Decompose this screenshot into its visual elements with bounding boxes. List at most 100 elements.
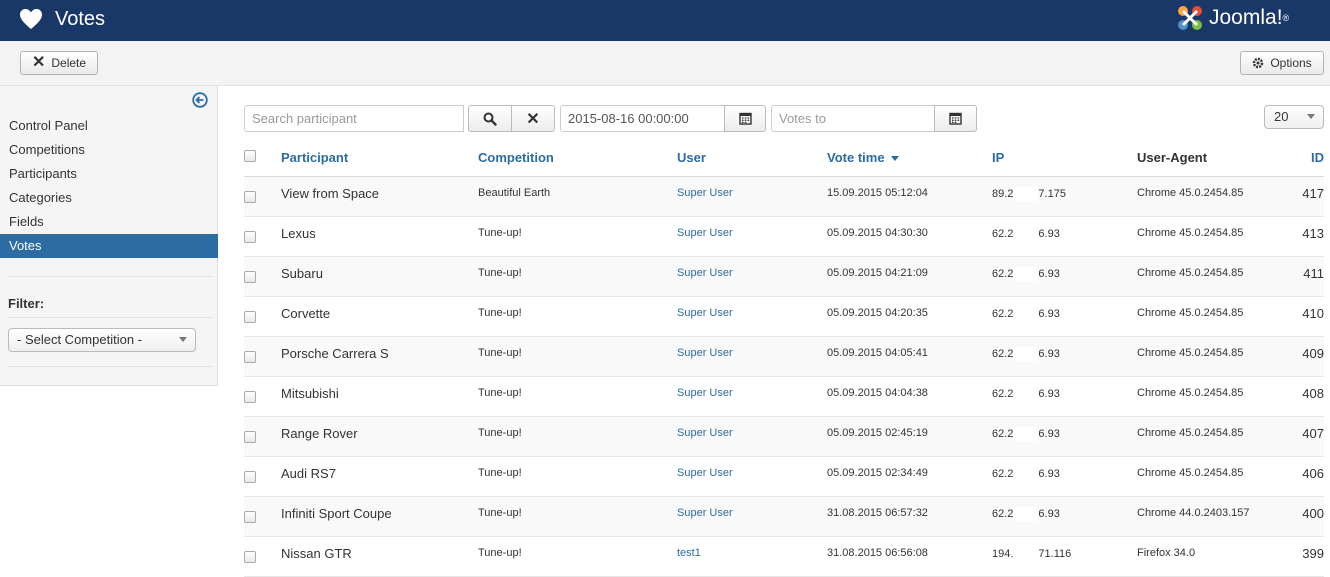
- participant-cell[interactable]: Range Rover: [281, 416, 478, 457]
- options-label: Options: [1270, 56, 1312, 70]
- sidebar-item-participants[interactable]: Participants: [0, 162, 218, 186]
- ip-redaction: [1013, 186, 1039, 201]
- ip-cell: 62.2 6.93: [992, 296, 1137, 337]
- user-link[interactable]: test1: [677, 536, 827, 577]
- options-button[interactable]: Options: [1240, 51, 1324, 75]
- competition-cell: Tune-up!: [478, 536, 677, 577]
- row-checkbox[interactable]: [244, 390, 256, 403]
- ip-suffix: 6.93: [1038, 307, 1060, 320]
- heart-icon: [20, 9, 42, 29]
- vote-time-cell: 05.09.2015 04:04:38: [827, 376, 992, 417]
- competition-cell: Tune-up!: [478, 376, 677, 417]
- user-agent-cell: Firefox 34.0: [1137, 536, 1290, 577]
- competition-select[interactable]: - Select Competition -: [8, 328, 196, 352]
- participant-cell[interactable]: Corvette: [281, 296, 478, 337]
- id-cell: 409: [1290, 336, 1324, 377]
- participant-cell[interactable]: Porsche Carrera S: [281, 336, 478, 377]
- ip-prefix: 89.2: [992, 187, 1014, 200]
- user-link[interactable]: Super User: [677, 456, 827, 497]
- ip-suffix: 6.93: [1038, 507, 1060, 520]
- column-user[interactable]: User: [677, 140, 827, 177]
- ip-prefix: 62.2: [992, 307, 1014, 320]
- joomla-logo[interactable]: Joomla! ®: [1175, 2, 1289, 34]
- ip-suffix: 6.93: [1038, 267, 1060, 280]
- votes-to-input[interactable]: [771, 105, 936, 132]
- row-checkbox[interactable]: [244, 190, 256, 203]
- row-checkbox[interactable]: [244, 350, 256, 363]
- ip-cell: 62.2 6.93: [992, 456, 1137, 497]
- ip-cell: 194. 71.116: [992, 536, 1137, 577]
- close-icon: ✕: [526, 110, 540, 128]
- column-vote-time[interactable]: Vote time: [827, 140, 992, 177]
- row-checkbox[interactable]: [244, 270, 256, 283]
- sidebar-item-categories[interactable]: Categories: [0, 186, 218, 210]
- id-cell: 406: [1290, 456, 1324, 497]
- delete-button[interactable]: ✕ Delete: [20, 51, 98, 75]
- user-agent-cell: Chrome 45.0.2454.85: [1137, 296, 1290, 337]
- column-id[interactable]: ID: [1290, 140, 1324, 177]
- votes-from-input[interactable]: [560, 105, 725, 132]
- vote-time-cell: 31.08.2015 06:57:32: [827, 496, 992, 537]
- id-cell: 413: [1290, 216, 1324, 257]
- user-agent-cell: Chrome 45.0.2454.85: [1137, 256, 1290, 297]
- participant-cell[interactable]: View from Space: [281, 176, 478, 217]
- search-input[interactable]: [244, 105, 464, 132]
- table-row: Mitsubishi Tune-up! Super User 05.09.2015 0…: [244, 376, 1324, 417]
- user-agent-cell: Chrome 45.0.2454.85: [1137, 456, 1290, 497]
- row-checkbox[interactable]: [244, 470, 256, 483]
- participant-cell[interactable]: Audi RS7: [281, 456, 478, 497]
- participant-cell[interactable]: Subaru: [281, 256, 478, 297]
- vote-time-cell: 05.09.2015 04:30:30: [827, 216, 992, 257]
- id-cell: 400: [1290, 496, 1324, 537]
- sidebar-item-control-panel[interactable]: Control Panel: [0, 114, 218, 138]
- row-checkbox[interactable]: [244, 310, 256, 323]
- vote-time-cell: 05.09.2015 04:21:09: [827, 256, 992, 297]
- participant-cell[interactable]: Mitsubishi: [281, 376, 478, 417]
- sidebar-item-fields[interactable]: Fields: [0, 210, 218, 234]
- ip-redaction: [1013, 226, 1039, 241]
- column-user-agent: User-Agent: [1137, 140, 1290, 177]
- user-link[interactable]: Super User: [677, 296, 827, 337]
- user-link[interactable]: Super User: [677, 336, 827, 377]
- row-checkbox[interactable]: [244, 230, 256, 243]
- select-all-checkbox[interactable]: [244, 150, 256, 163]
- sidebar-item-votes[interactable]: Votes: [0, 234, 218, 258]
- participant-cell[interactable]: Nissan GTR: [281, 536, 478, 577]
- participant-cell[interactable]: Infiniti Sport Coupe: [281, 496, 478, 537]
- user-link[interactable]: Super User: [677, 256, 827, 297]
- sidebar-divider: [8, 317, 213, 318]
- participant-cell[interactable]: Lexus: [281, 216, 478, 257]
- row-checkbox[interactable]: [244, 430, 256, 443]
- close-icon: ✕: [31, 54, 46, 71]
- column-participant[interactable]: Participant: [281, 140, 478, 177]
- sidebar-item-competitions[interactable]: Competitions: [0, 138, 218, 162]
- delete-label: Delete: [51, 56, 87, 70]
- votes-to-calendar-button[interactable]: [934, 105, 977, 132]
- page-title: Votes: [55, 8, 106, 30]
- column-ip[interactable]: IP: [992, 140, 1137, 177]
- column-competition[interactable]: Competition: [478, 140, 677, 177]
- ip-prefix: 62.2: [992, 507, 1014, 520]
- list-limit-value: 20: [1274, 109, 1289, 124]
- ip-suffix: 71.116: [1038, 547, 1072, 560]
- ip-cell: 62.2 6.93: [992, 376, 1137, 417]
- list-limit-select[interactable]: 20: [1264, 105, 1324, 129]
- user-link[interactable]: Super User: [677, 176, 827, 217]
- table-row: Lexus Tune-up! Super User 05.09.2015 04:30:…: [244, 216, 1324, 257]
- user-link[interactable]: Super User: [677, 216, 827, 257]
- column-vote-time-label: Vote time: [827, 150, 885, 166]
- registered-mark: ®: [1282, 13, 1290, 23]
- row-checkbox[interactable]: [244, 550, 256, 563]
- search-button[interactable]: [468, 105, 512, 132]
- user-link[interactable]: Super User: [677, 376, 827, 417]
- row-checkbox[interactable]: [244, 510, 256, 523]
- votes-from-calendar-button[interactable]: [724, 105, 766, 132]
- user-link[interactable]: Super User: [677, 496, 827, 537]
- vote-time-cell: 15.09.2015 05:12:04: [827, 176, 992, 217]
- calendar-icon: [738, 112, 752, 125]
- arrow-left-circle-icon[interactable]: [192, 92, 208, 108]
- id-cell: 399: [1290, 536, 1324, 577]
- gear-icon: [1253, 57, 1264, 69]
- clear-search-button[interactable]: ✕: [511, 105, 555, 132]
- user-link[interactable]: Super User: [677, 416, 827, 457]
